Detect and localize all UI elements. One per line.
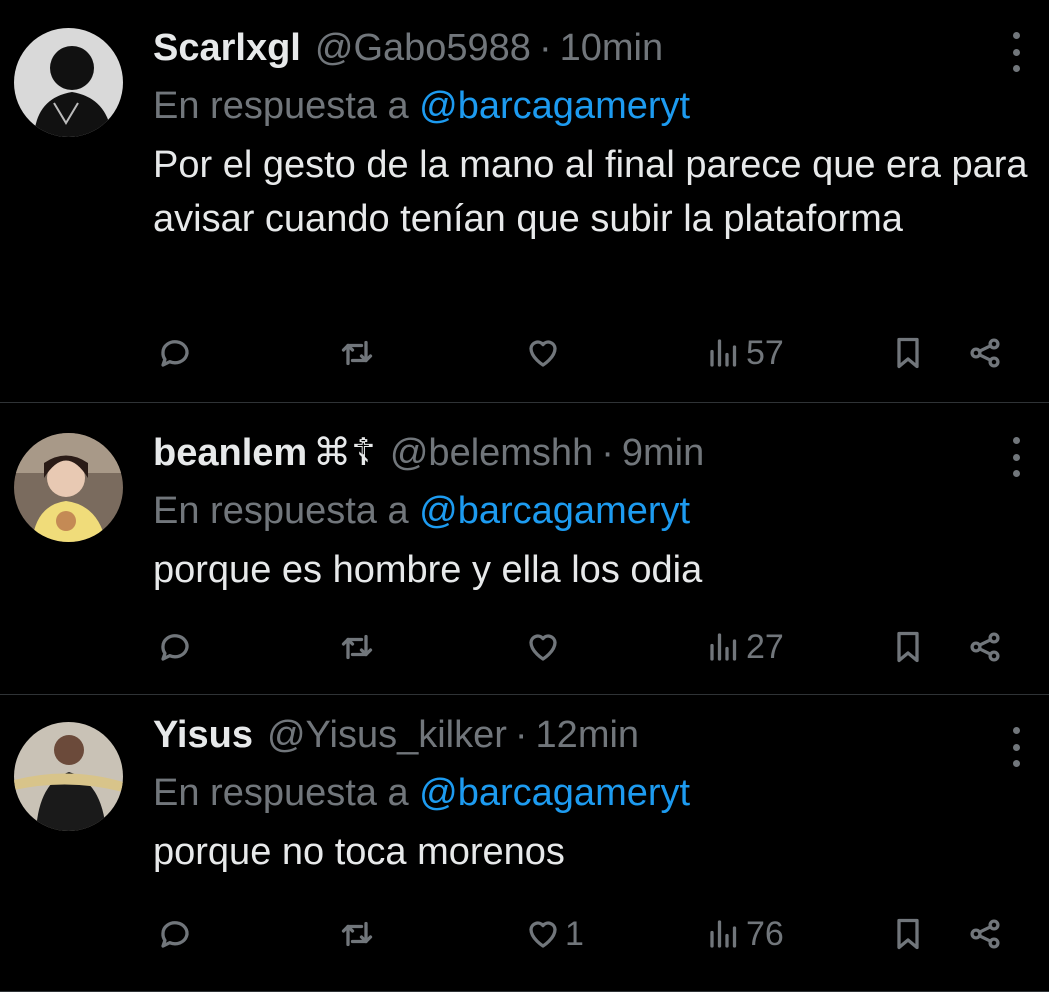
user-handle[interactable]: @Yisus_kilker	[267, 711, 507, 759]
reply-button[interactable]	[157, 909, 193, 959]
share-button[interactable]	[967, 328, 1003, 378]
retweet-button[interactable]	[339, 909, 375, 959]
views-count: 27	[746, 627, 784, 666]
retweet-icon	[341, 634, 373, 660]
share-button[interactable]	[967, 909, 1003, 959]
heart-icon	[529, 340, 557, 367]
views-count: 76	[746, 914, 784, 953]
action-bar: 27	[153, 622, 1049, 672]
views-count: 57	[746, 333, 784, 372]
reply-prefix: En respuesta a	[153, 772, 409, 814]
bookmark-button[interactable]	[890, 909, 926, 959]
timestamp[interactable]: 9min	[622, 429, 704, 477]
tweet-1[interactable]: Scarlxgl @Gabo5988 · 10min En respuesta …	[0, 0, 1049, 403]
mention-link[interactable]: @barcagameryt	[419, 490, 690, 532]
reply-icon	[161, 921, 189, 948]
retweet-icon	[341, 340, 373, 366]
name-emoji: ⌘☦︎	[313, 432, 376, 474]
reply-feed: Scarlxgl @Gabo5988 · 10min En respuesta …	[0, 0, 1049, 992]
avatar[interactable]	[14, 28, 123, 137]
like-count: 1	[565, 914, 584, 953]
bookmark-icon	[897, 631, 919, 663]
bookmark-icon	[897, 918, 919, 950]
separator: ·	[514, 714, 528, 756]
share-icon	[970, 919, 1000, 949]
reply-prefix: En respuesta a	[153, 85, 409, 127]
action-bar: 57	[153, 328, 1049, 378]
timestamp[interactable]: 12min	[536, 711, 640, 759]
reply-to-line: En respuesta a @barcagameryt	[153, 487, 1029, 535]
bookmark-icon	[897, 337, 919, 369]
views-button[interactable]: 57	[706, 328, 784, 378]
retweet-button[interactable]	[339, 622, 375, 672]
reply-button[interactable]	[157, 328, 193, 378]
reply-icon	[161, 634, 189, 661]
tweet-text: porque es hombre y ella los odia	[153, 549, 703, 591]
tweet-3[interactable]: Yisus @Yisus_kilker · 12min En respuesta…	[0, 695, 1049, 992]
views-button[interactable]: 27	[706, 622, 784, 672]
heart-icon	[529, 634, 557, 661]
tweet-header: Yisus @Yisus_kilker · 12min	[153, 711, 1029, 759]
action-bar: 1 76	[153, 909, 1049, 959]
like-button[interactable]: 1	[525, 909, 584, 959]
like-button[interactable]	[525, 622, 565, 672]
bookmark-button[interactable]	[890, 622, 926, 672]
reply-to-line: En respuesta a @barcagameryt	[153, 82, 1029, 130]
avatar[interactable]	[14, 722, 123, 831]
more-icon[interactable]	[1009, 727, 1023, 767]
tweet-text: porque no toca morenos	[153, 831, 565, 873]
more-icon[interactable]	[1009, 437, 1023, 477]
views-icon	[710, 920, 737, 948]
reply-prefix: En respuesta a	[153, 490, 409, 532]
tweet-2[interactable]: beanlem ⌘☦︎ @belemshh · 9min En respuest…	[0, 403, 1049, 695]
views-icon	[710, 633, 737, 661]
tweet-text: Por el gesto de la mano al final parece …	[153, 144, 1028, 240]
reply-button[interactable]	[157, 622, 193, 672]
display-name[interactable]: Yisus	[153, 711, 253, 759]
share-icon	[970, 338, 1000, 368]
timestamp[interactable]: 10min	[560, 24, 664, 72]
views-icon	[710, 339, 737, 367]
reply-icon	[161, 340, 189, 367]
display-name[interactable]: Scarlxgl	[153, 24, 301, 72]
bookmark-button[interactable]	[890, 328, 926, 378]
retweet-button[interactable]	[339, 328, 375, 378]
reply-to-line: En respuesta a @barcagameryt	[153, 769, 1029, 817]
heart-icon	[529, 921, 557, 948]
more-icon[interactable]	[1009, 32, 1023, 72]
share-button[interactable]	[967, 622, 1003, 672]
avatar[interactable]	[14, 433, 123, 542]
separator: ·	[538, 27, 552, 69]
mention-link[interactable]: @barcagameryt	[419, 772, 690, 814]
share-icon	[970, 632, 1000, 662]
separator: ·	[601, 432, 614, 474]
mention-link[interactable]: @barcagameryt	[419, 85, 690, 127]
like-button[interactable]	[525, 328, 565, 378]
tweet-header: beanlem ⌘☦︎ @belemshh · 9min	[153, 429, 1029, 477]
tweet-header: Scarlxgl @Gabo5988 · 10min	[153, 24, 1029, 72]
user-handle[interactable]: @Gabo5988	[315, 24, 531, 72]
views-button[interactable]: 76	[706, 909, 784, 959]
display-name[interactable]: beanlem	[153, 429, 307, 477]
user-handle[interactable]: @belemshh	[390, 429, 593, 477]
retweet-icon	[341, 921, 373, 947]
